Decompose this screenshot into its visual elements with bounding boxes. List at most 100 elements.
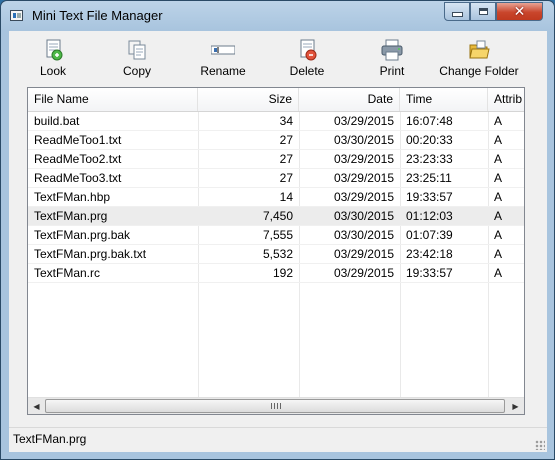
cell-attrib: A [494, 171, 503, 185]
window-title: Mini Text File Manager [32, 8, 163, 23]
column-header-size[interactable]: Size [198, 88, 299, 111]
scroll-left-arrow-icon[interactable]: ◀ [30, 400, 43, 413]
cell-attrib: A [494, 152, 503, 166]
change-folder-button[interactable]: Change Folder [435, 39, 523, 81]
cell-size: 5,532 [262, 247, 293, 261]
table-row[interactable]: TextFMan.hbp 14 03/29/2015 19:33:57 A [28, 188, 524, 207]
table-row[interactable]: TextFMan.prg 7,450 03/30/2015 01:12:03 A [28, 207, 524, 226]
cell-time: 19:33:57 [406, 266, 453, 280]
table-row[interactable]: ReadMeToo3.txt 27 03/29/2015 23:25:11 A [28, 169, 524, 188]
delete-label: Delete [289, 64, 325, 78]
cell-attrib: A [494, 209, 503, 223]
cell-date: 03/29/2015 [333, 247, 394, 261]
cell-attrib: A [494, 114, 503, 128]
horizontal-scrollbar[interactable]: ◀ ▶ [28, 397, 524, 414]
cell-time: 01:07:39 [406, 228, 453, 242]
cell-file-name: ReadMeToo3.txt [34, 171, 122, 185]
cell-attrib: A [494, 190, 503, 204]
rename-button[interactable]: Rename [193, 39, 253, 81]
cell-size: 192 [272, 266, 293, 280]
list-header: File Name Size Date Time Attrib [28, 88, 524, 112]
close-icon: ✕ [513, 3, 526, 20]
cell-date: 03/30/2015 [333, 228, 394, 242]
column-header-attrib[interactable]: Attrib [488, 88, 524, 111]
status-text: TextFMan.prg [13, 432, 87, 446]
minimize-icon [451, 12, 463, 17]
print-label: Print [379, 64, 405, 78]
column-header-time[interactable]: Time [400, 88, 488, 111]
cell-file-name: TextFMan.prg.bak.txt [34, 247, 147, 261]
cell-size: 27 [279, 133, 293, 147]
cell-time: 16:07:48 [406, 114, 453, 128]
toolbar: Look Copy Rename Delete Print Change Fol… [9, 31, 547, 83]
cell-time: 00:20:33 [406, 133, 453, 147]
column-header-file-name[interactable]: File Name [28, 88, 198, 111]
cell-date: 03/29/2015 [333, 114, 394, 128]
table-row[interactable]: TextFMan.prg.bak.txt 5,532 03/29/2015 23:42… [28, 245, 524, 264]
cell-file-name: TextFMan.rc [34, 266, 101, 280]
cell-attrib: A [494, 133, 503, 147]
cell-file-name: ReadMeToo1.txt [34, 133, 122, 147]
cell-time: 23:23:33 [406, 152, 453, 166]
status-bar: TextFMan.prg [9, 427, 547, 452]
close-button[interactable]: ✕ [496, 2, 543, 21]
cell-size: 34 [279, 114, 293, 128]
cell-file-name: ReadMeToo2.txt [34, 152, 122, 166]
maximize-button[interactable] [470, 2, 496, 21]
cell-time: 23:25:11 [406, 171, 452, 185]
cell-date: 03/30/2015 [333, 209, 394, 223]
title-bar[interactable]: Mini Text File Manager ✕ [1, 1, 554, 31]
resize-grip-icon[interactable] [535, 440, 545, 450]
file-list[interactable]: File Name Size Date Time Attrib build.ba… [27, 87, 525, 415]
folder-icon [467, 39, 491, 61]
print-icon [380, 39, 404, 61]
scroll-right-arrow-icon[interactable]: ▶ [509, 400, 522, 413]
list-rows: build.bat 34 03/29/2015 16:07:48 A ReadMeToo1… [28, 112, 524, 283]
cell-date: 03/29/2015 [333, 171, 394, 185]
cell-attrib: A [494, 266, 503, 280]
minimize-button[interactable] [444, 2, 470, 21]
cell-date: 03/30/2015 [333, 133, 394, 147]
cell-date: 03/29/2015 [333, 266, 394, 280]
cell-date: 03/29/2015 [333, 190, 394, 204]
cell-size: 14 [279, 190, 293, 204]
cell-time: 01:12:03 [406, 209, 453, 223]
cell-size: 27 [279, 152, 293, 166]
table-row[interactable]: ReadMeToo2.txt 27 03/29/2015 23:23:33 A [28, 150, 524, 169]
look-button[interactable]: Look [31, 39, 75, 81]
cell-time: 23:42:18 [406, 247, 453, 261]
cell-size: 7,555 [262, 228, 293, 242]
cell-attrib: A [494, 228, 503, 242]
cell-file-name: TextFMan.prg [34, 209, 108, 223]
app-icon[interactable] [10, 10, 23, 21]
cell-size: 27 [279, 171, 293, 185]
copy-icon [125, 39, 149, 61]
look-icon [41, 39, 65, 61]
change-folder-label: Change Folder [439, 64, 519, 78]
column-header-date[interactable]: Date [299, 88, 400, 111]
look-label: Look [39, 64, 67, 78]
cell-file-name: TextFMan.hbp [34, 190, 111, 204]
cell-file-name: TextFMan.prg.bak [34, 228, 131, 242]
table-row[interactable]: ReadMeToo1.txt 27 03/30/2015 00:20:33 A [28, 131, 524, 150]
app-window: Mini Text File Manager ✕ Look Copy Renam… [0, 0, 555, 460]
table-row[interactable]: TextFMan.rc 192 03/29/2015 19:33:57 A [28, 264, 524, 283]
rename-icon [210, 39, 236, 61]
cell-date: 03/29/2015 [333, 152, 394, 166]
maximize-icon [478, 8, 488, 15]
copy-label: Copy [122, 64, 151, 78]
table-row[interactable]: build.bat 34 03/29/2015 16:07:48 A [28, 112, 524, 131]
cell-size: 7,450 [262, 209, 293, 223]
scrollbar-thumb[interactable] [45, 399, 505, 413]
copy-button[interactable]: Copy [112, 39, 162, 81]
grip-icon [271, 403, 281, 409]
cell-file-name: build.bat [34, 114, 80, 128]
delete-icon [295, 39, 319, 61]
table-row[interactable]: TextFMan.prg.bak 7,555 03/30/2015 01:07:39 A [28, 226, 524, 245]
client-area: Look Copy Rename Delete Print Change Fol… [9, 31, 547, 452]
cell-time: 19:33:57 [406, 190, 453, 204]
print-button[interactable]: Print [371, 39, 413, 81]
cell-attrib: A [494, 247, 503, 261]
rename-label: Rename [200, 64, 246, 78]
delete-button[interactable]: Delete [282, 39, 332, 81]
